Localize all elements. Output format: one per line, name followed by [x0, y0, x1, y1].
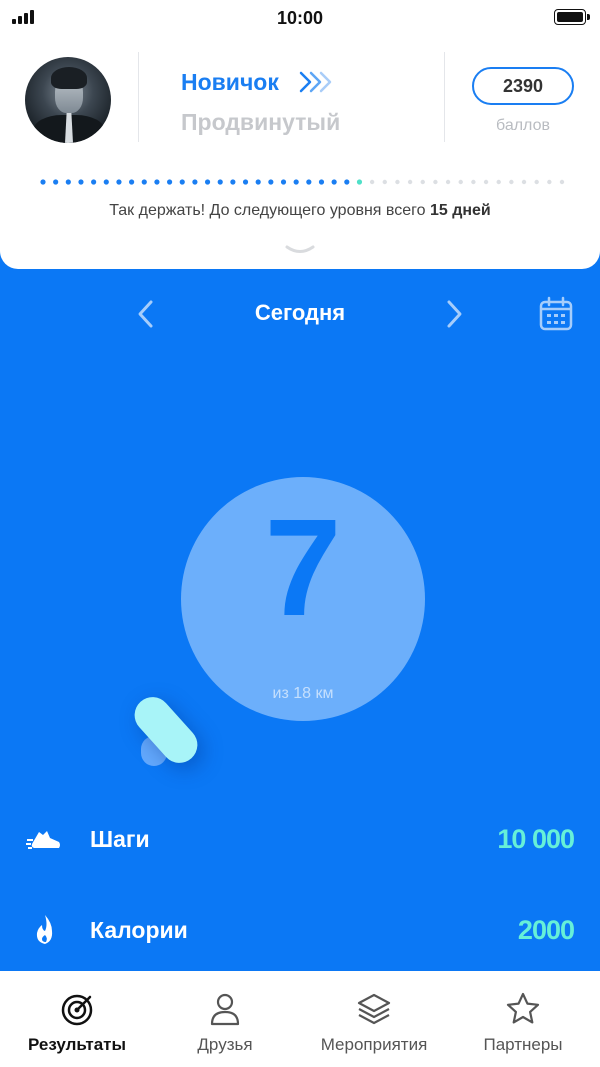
progress-dot-empty [433, 179, 438, 185]
stat-label: Калории [90, 917, 188, 943]
progress-dot-filled [141, 179, 147, 185]
progress-message: Так держать! До следующего уровня всего … [0, 202, 600, 220]
progress-dot-filled [179, 179, 185, 185]
progress-dot-filled [255, 179, 261, 185]
status-bar: 10:00 [0, 0, 600, 36]
progress-dot-empty [534, 179, 539, 185]
tab-label: Результаты [27, 1035, 126, 1054]
stat-row-calories[interactable]: Калории 2000 [0, 905, 600, 955]
level-progress-bar [40, 178, 565, 186]
progress-dot-empty [458, 179, 463, 185]
progress-dot-filled [331, 179, 337, 185]
progress-dot-empty [471, 179, 476, 185]
progress-days: 15 дней [429, 202, 491, 219]
progress-dot-empty [369, 179, 375, 185]
divider [138, 52, 139, 142]
points-badge[interactable]: 2390 [472, 67, 574, 105]
tab-events[interactable]: Мероприятия [306, 971, 442, 1067]
distance-goal: из 18 км [272, 685, 334, 702]
tab-results[interactable]: Результаты [14, 971, 140, 1067]
progress-dot-empty [521, 179, 527, 185]
tab-bar: Результаты Друзья Мероприятия Партнеры [0, 971, 600, 1067]
progress-dot-empty [395, 179, 400, 185]
progress-dot-filled [293, 179, 299, 185]
progress-dot-filled [204, 179, 211, 185]
battery-icon [554, 9, 590, 25]
progress-dot-filled [344, 179, 350, 185]
progress-dot-filled [65, 179, 71, 185]
tab-friends[interactable]: Друзья [175, 971, 275, 1067]
target-icon [61, 994, 93, 1026]
chevrons-right-icon [299, 71, 332, 93]
progress-dot-filled [318, 179, 325, 185]
progress-dot-empty [547, 179, 552, 185]
tab-label: Партнеры [483, 1035, 563, 1054]
flame-icon [36, 915, 53, 944]
user-icon [210, 993, 240, 1026]
tab-label: Мероприятия [320, 1035, 428, 1054]
progress-dot-filled [306, 179, 312, 185]
progress-dot-filled [40, 179, 46, 185]
distance-circle: 7 из 18 км [181, 477, 425, 721]
sneaker-icon [26, 831, 60, 849]
progress-dot-filled [129, 179, 135, 185]
progress-dot-filled [116, 179, 122, 185]
progress-dot-filled [103, 179, 109, 185]
progress-dot-filled [230, 179, 236, 185]
tab-partners[interactable]: Партнеры [468, 971, 578, 1067]
stat-label: Шаги [90, 826, 150, 852]
calendar-icon[interactable] [538, 296, 574, 332]
progress-dot-filled [78, 179, 84, 185]
level-current: Новичок [181, 69, 279, 95]
status-time: 10:00 [276, 8, 324, 28]
stat-row-steps[interactable]: Шаги 10 000 [0, 814, 600, 864]
progress-dot-filled [154, 179, 160, 185]
tab-label: Друзья [197, 1035, 253, 1054]
date-title: Сегодня [254, 300, 346, 325]
star-icon [506, 992, 540, 1024]
chevron-down-icon[interactable] [284, 244, 316, 256]
stat-value: 2000 [517, 915, 575, 945]
avatar[interactable] [25, 57, 111, 143]
progress-dot-filled [217, 179, 223, 185]
progress-dot-filled [268, 179, 274, 185]
progress-dot-empty [420, 179, 425, 185]
progress-dot-filled [280, 179, 287, 185]
chevron-right-icon[interactable] [440, 296, 468, 332]
progress-dot-filled [192, 179, 198, 185]
distance-value: 7 [264, 491, 342, 645]
progress-dot-filled [166, 179, 173, 185]
progress-dot-empty [509, 179, 514, 185]
layers-icon [357, 993, 391, 1025]
level-next: Продвинутый [181, 109, 341, 135]
divider [444, 52, 445, 142]
progress-dot-filled [91, 179, 97, 185]
progress-dot-empty [356, 179, 363, 185]
progress-dot-empty [483, 179, 489, 185]
progress-message-text: Так держать! До следующего уровня всего [109, 202, 426, 219]
progress-dot-empty [382, 179, 387, 185]
stat-value: 10 000 [497, 824, 575, 854]
progress-dot-empty [407, 179, 413, 185]
points-label: баллов [496, 117, 550, 134]
progress-dot-empty [445, 179, 451, 185]
progress-dot-filled [53, 179, 59, 185]
profile-card: Новичок Продвинутый 2390 баллов Так держ… [0, 36, 600, 269]
progress-dot-filled [242, 179, 249, 185]
progress-dot-empty [496, 179, 501, 185]
progress-dot-empty [559, 179, 565, 185]
